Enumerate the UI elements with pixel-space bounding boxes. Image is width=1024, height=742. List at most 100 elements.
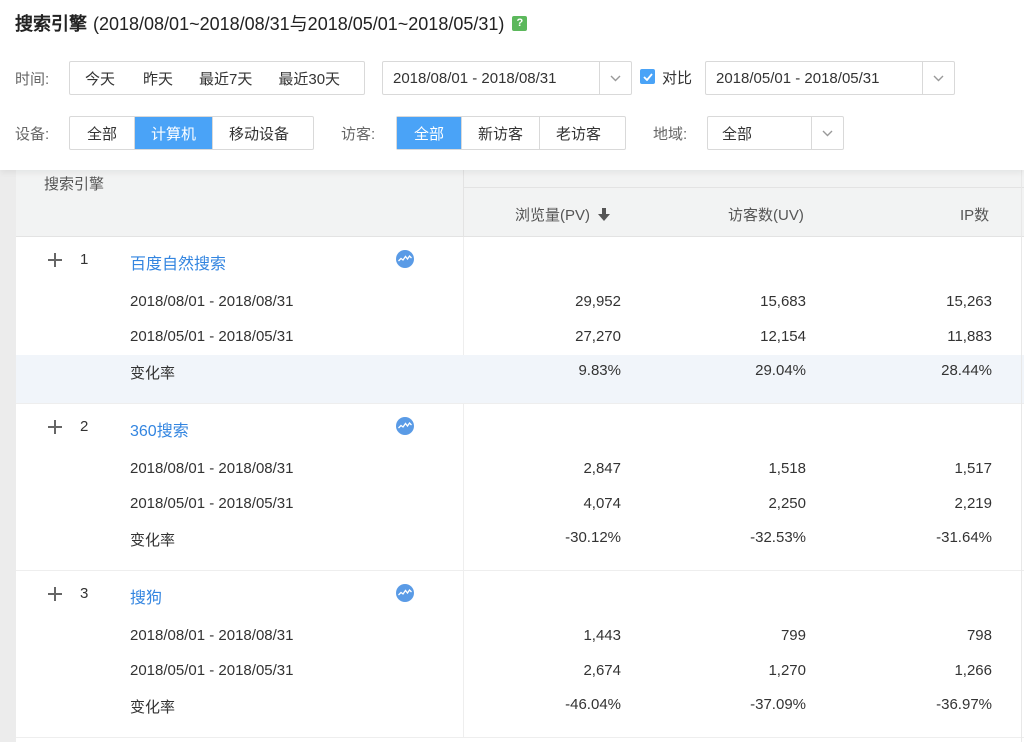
trend-chart-icon[interactable] <box>396 250 414 268</box>
period-label: 2018/05/01 - 2018/05/31 <box>130 662 294 679</box>
engine-link[interactable]: 360搜索 <box>130 417 189 441</box>
pv-value: 1,443 <box>583 627 621 644</box>
filter-panel: 搜索引擎 (2018/08/01~2018/08/31与2018/05/01~2… <box>0 0 1024 170</box>
compare-range-value: 2018/05/01 - 2018/05/31 <box>716 69 880 87</box>
data-table: 搜索引擎 浏览量(PV) 访客数(UV) IP数 1 百度自然搜索 2018/0… <box>16 170 1024 742</box>
device-option-mobile[interactable]: 移动设备 <box>212 117 305 149</box>
engine-link[interactable]: 百度自然搜索 <box>130 250 226 274</box>
device-options: 全部 计算机 移动设备 <box>69 116 314 150</box>
time-option-last7[interactable]: 最近7天 <box>186 62 265 94</box>
date-range-select[interactable]: 2018/08/01 - 2018/08/31 <box>382 61 632 95</box>
rank: 1 <box>80 251 89 268</box>
visitor-label: 访客: <box>341 126 376 143</box>
table-row-change: 变化率 -30.12% -32.53% -31.64% <box>16 522 1024 570</box>
divider <box>463 170 464 237</box>
table-body: 1 百度自然搜索 2018/08/01 - 2018/08/31 29,952 … <box>16 237 1024 738</box>
chevron-down-icon[interactable] <box>599 62 631 94</box>
column-header-ip[interactable]: IP数 <box>960 204 989 225</box>
uv-value: 12,154 <box>760 328 806 345</box>
pv-value: 2,847 <box>583 460 621 477</box>
rank: 3 <box>80 585 89 602</box>
uv-change: 29.04% <box>755 362 806 379</box>
time-option-today[interactable]: 今天 <box>70 62 130 94</box>
page-header: 搜索引擎 (2018/08/01~2018/08/31与2018/05/01~2… <box>15 10 528 36</box>
date-range-caption: (2018/08/01~2018/08/31与2018/05/01~2018/0… <box>93 14 505 34</box>
change-label: 变化率 <box>130 532 176 549</box>
page-title: 搜索引擎 <box>15 14 87 34</box>
plus-icon[interactable] <box>48 253 62 267</box>
compare-range-select[interactable]: 2018/05/01 - 2018/05/31 <box>705 61 955 95</box>
region-label: 地域: <box>653 126 688 143</box>
uv-value: 15,683 <box>760 293 806 310</box>
table-header: 搜索引擎 浏览量(PV) 访客数(UV) IP数 <box>16 170 1024 237</box>
trend-chart-icon[interactable] <box>396 417 414 435</box>
ip-value: 798 <box>966 627 992 644</box>
period-label: 2018/05/01 - 2018/05/31 <box>130 495 294 512</box>
pv-change: -46.04% <box>565 696 621 713</box>
chevron-down-icon[interactable] <box>811 117 843 149</box>
time-option-yesterday[interactable]: 昨天 <box>130 62 186 94</box>
period-label: 2018/05/01 - 2018/05/31 <box>130 328 294 345</box>
column-header-engine: 搜索引擎 <box>44 176 105 193</box>
region-select[interactable]: 全部 <box>707 116 844 150</box>
checkmark-icon <box>642 72 653 81</box>
pv-value: 27,270 <box>575 328 621 345</box>
table-row-group: 1 百度自然搜索 2018/08/01 - 2018/08/31 29,952 … <box>16 237 1024 404</box>
device-option-all[interactable]: 全部 <box>70 117 134 149</box>
period-label: 2018/08/01 - 2018/08/31 <box>130 627 294 644</box>
table-row-change: 变化率 -46.04% -37.09% -36.97% <box>16 689 1024 737</box>
change-label: 变化率 <box>130 699 176 716</box>
ip-change: -31.64% <box>936 529 992 546</box>
divider <box>463 187 1024 188</box>
region-value: 全部 <box>722 125 753 143</box>
uv-value: 799 <box>780 627 806 644</box>
pv-value: 29,952 <box>575 293 621 310</box>
uv-change: -32.53% <box>750 529 806 546</box>
plus-icon[interactable] <box>48 587 62 601</box>
arrow-down-icon[interactable] <box>598 208 611 221</box>
time-label: 时间: <box>15 71 50 88</box>
visitor-option-all[interactable]: 全部 <box>397 117 462 149</box>
visitor-option-returning[interactable]: 老访客 <box>539 117 617 149</box>
table-row-change: 变化率 9.83% 29.04% 28.44% <box>16 355 1024 403</box>
time-option-last30[interactable]: 最近30天 <box>265 62 353 94</box>
uv-value: 1,270 <box>768 662 806 679</box>
table-row-previous: 2018/05/01 - 2018/05/31 4,074 2,250 2,21… <box>16 486 1024 521</box>
column-header-uv[interactable]: 访客数(UV) <box>728 204 804 225</box>
time-quick-options: 今天 昨天 最近7天 最近30天 <box>69 61 365 95</box>
help-icon[interactable]: ? <box>512 15 528 31</box>
engine-link[interactable]: 搜狗 <box>130 584 162 608</box>
engine-row: 2 360搜索 <box>16 404 1024 450</box>
device-option-computer[interactable]: 计算机 <box>134 117 213 149</box>
engine-row: 3 搜狗 <box>16 571 1024 617</box>
chevron-down-icon[interactable] <box>922 62 954 94</box>
table-row-current: 2018/08/01 - 2018/08/31 29,952 15,683 15… <box>16 284 1024 319</box>
table-row-current: 2018/08/01 - 2018/08/31 1,443 799 798 <box>16 618 1024 653</box>
date-range-value: 2018/08/01 - 2018/08/31 <box>393 69 557 87</box>
visitor-options: 全部 新访客 老访客 <box>396 116 626 150</box>
column-header-pv[interactable]: 浏览量(PV) <box>515 204 611 225</box>
compare-checkbox[interactable] <box>640 69 655 84</box>
trend-chart-icon[interactable] <box>396 584 414 602</box>
pv-change: 9.83% <box>578 362 621 379</box>
ip-value: 15,263 <box>946 293 992 310</box>
plus-icon[interactable] <box>48 420 62 434</box>
period-label: 2018/08/01 - 2018/08/31 <box>130 460 294 477</box>
device-label: 设备: <box>15 126 50 143</box>
left-gutter <box>0 170 16 742</box>
pv-value: 4,074 <box>583 495 621 512</box>
pv-value: 2,674 <box>583 662 621 679</box>
table-row-group: 3 搜狗 2018/08/01 - 2018/08/31 1,443 799 7… <box>16 571 1024 738</box>
compare-label: 对比 <box>662 70 693 87</box>
visitor-option-new[interactable]: 新访客 <box>461 117 539 149</box>
divider <box>1021 170 1022 742</box>
ip-value: 1,266 <box>954 662 992 679</box>
period-label: 2018/08/01 - 2018/08/31 <box>130 293 294 310</box>
column-header-pv-label: 浏览量(PV) <box>515 207 591 224</box>
ip-value: 1,517 <box>954 460 992 477</box>
change-label: 变化率 <box>130 365 176 382</box>
ip-change: -36.97% <box>936 696 992 713</box>
uv-change: -37.09% <box>750 696 806 713</box>
ip-change: 28.44% <box>941 362 992 379</box>
uv-value: 1,518 <box>768 460 806 477</box>
